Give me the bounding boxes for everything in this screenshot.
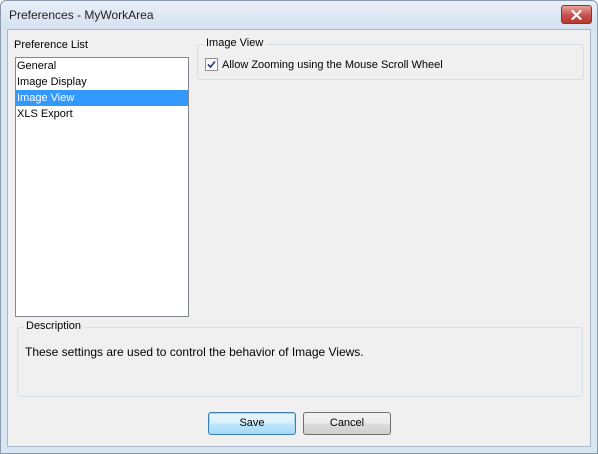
description-group-title: Description [24,320,84,332]
close-icon [571,9,582,20]
image-view-group: Image View Allow Zooming using the Mouse… [197,37,584,80]
image-view-group-title: Image View [204,37,266,49]
description-text: These settings are used to control the b… [25,345,364,359]
title-bar[interactable]: Preferences - MyWorkArea [1,1,597,29]
allow-zooming-checkbox[interactable] [205,58,218,71]
allow-zooming-checkbox-row[interactable]: Allow Zooming using the Mouse Scroll Whe… [205,58,443,71]
save-button[interactable]: Save [208,412,296,435]
preferences-dialog: Preferences - MyWorkArea Preference List… [0,0,598,454]
pref-item-image-view[interactable]: Image View [16,90,188,106]
cancel-button[interactable]: Cancel [303,412,391,435]
dialog-content: Preference List General Image Display Im… [7,29,591,447]
allow-zooming-label: Allow Zooming using the Mouse Scroll Whe… [222,58,443,71]
close-button[interactable] [561,5,592,24]
window-title: Preferences - MyWorkArea [9,8,154,22]
pref-item-image-display[interactable]: Image Display [16,74,188,90]
description-group: Description These settings are used to c… [17,320,583,397]
pref-item-general[interactable]: General [16,58,188,74]
preference-list-label: Preference List [14,39,88,51]
pref-item-xls-export[interactable]: XLS Export [16,106,188,122]
checkmark-icon [207,60,216,69]
preference-list[interactable]: General Image Display Image View XLS Exp… [15,57,189,317]
